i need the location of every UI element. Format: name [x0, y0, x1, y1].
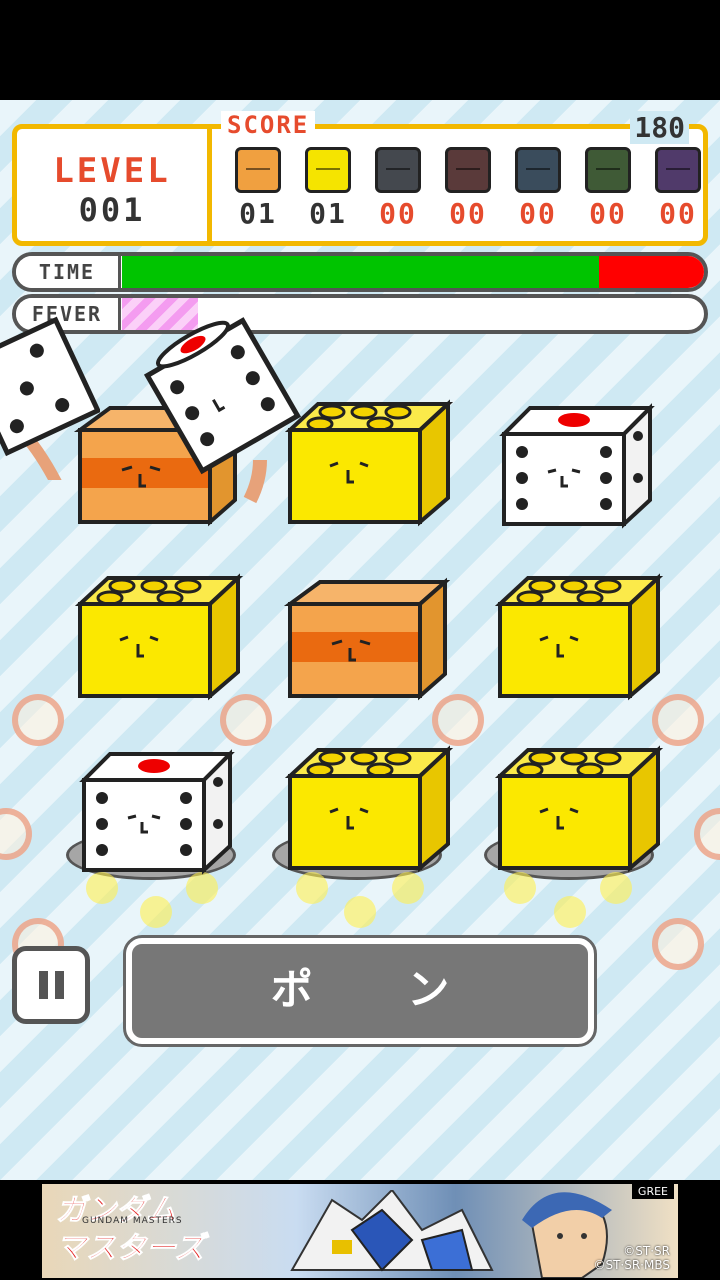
counter-value: 01 [239, 197, 277, 230]
green-block-icon [585, 147, 631, 193]
status-bar [0, 0, 720, 100]
ad-copyright-line1: ©ST·SR [623, 1244, 670, 1258]
time-label: TIME [16, 256, 121, 288]
ad-copyright: ©ST·SR ©ST·SR·MBS [593, 1244, 670, 1272]
bg-dot [392, 872, 424, 904]
blue-block-icon [515, 147, 561, 193]
pon-button[interactable]: ポ ン [123, 935, 597, 1047]
score-value: 180 [630, 111, 689, 144]
bg-dot [186, 872, 218, 904]
dice-block[interactable] [74, 746, 239, 876]
yellow-brick-block[interactable] [280, 736, 455, 876]
red-gift-box-icon [445, 147, 491, 193]
counter-value: 00 [379, 197, 417, 230]
counter-value: 00 [659, 197, 697, 230]
bg-ring [652, 918, 704, 970]
collection-counters: 01 01 00 00 00 00 00 [222, 147, 702, 237]
bg-ring [0, 808, 32, 860]
cardboard-box-icon [235, 147, 281, 193]
level-label: LEVEL [53, 151, 171, 191]
score-panel: LEVEL 001 SCORE 180 01 01 00 00 00 00 00 [12, 111, 708, 246]
level-box: LEVEL 001 [17, 129, 212, 241]
pause-icon [39, 971, 48, 999]
yellow-brick-icon [305, 147, 351, 193]
bg-ring [694, 808, 720, 860]
purple-block-icon [655, 147, 701, 193]
robot-illustration-icon [290, 1190, 494, 1272]
gray-game-console-icon [375, 147, 421, 193]
pause-button[interactable] [12, 946, 90, 1024]
cardboard-box-block[interactable] [280, 574, 450, 704]
counter-value: 00 [589, 197, 627, 230]
counter-value: 00 [519, 197, 557, 230]
counter-value: 01 [309, 197, 347, 230]
bg-dot [554, 896, 586, 928]
pause-icon [55, 971, 64, 999]
counter-value: 00 [449, 197, 487, 230]
ad-title: ガンダム マスターズ [56, 1192, 205, 1268]
ad-title-line2: マスターズ [56, 1231, 205, 1267]
fever-bar: FEVER [12, 294, 708, 334]
ad-banner[interactable]: ガンダム マスターズ GUNDAM MASTERS GREE ©ST·SR ©S… [42, 1184, 678, 1278]
counter-item: 01 [230, 147, 286, 230]
counter-item: 01 [300, 147, 356, 230]
bg-dot [344, 896, 376, 928]
ad-subtitle: GUNDAM MASTERS [82, 1216, 183, 1226]
level-value: 001 [78, 191, 146, 229]
bg-ring [12, 694, 64, 746]
ad-publisher: GREE [631, 1184, 674, 1199]
bg-dot [140, 896, 172, 928]
score-label: SCORE [221, 111, 316, 139]
counter-item: 00 [650, 147, 706, 230]
ad-area: ガンダム マスターズ GUNDAM MASTERS GREE ©ST·SR ©S… [0, 1180, 720, 1280]
bg-dot [600, 872, 632, 904]
yellow-brick-block[interactable] [490, 736, 665, 876]
game-stage: LEVEL 001 SCORE 180 01 01 00 00 00 00 00 TIME … [0, 100, 720, 1180]
time-used-fill [599, 256, 704, 288]
yellow-brick-block[interactable] [490, 564, 665, 704]
yellow-brick-block[interactable] [70, 564, 245, 704]
ad-copyright-line2: ©ST·SR·MBS [593, 1258, 670, 1272]
counter-item: 00 [580, 147, 636, 230]
flying-dice-center [143, 317, 302, 504]
counter-item: 00 [510, 147, 566, 230]
time-bar: TIME [12, 252, 708, 292]
bg-dot [504, 872, 536, 904]
counter-item: 00 [440, 147, 496, 230]
bg-dot [86, 872, 118, 904]
flying-dice-left [0, 316, 100, 480]
time-remaining-fill [122, 256, 600, 288]
bg-dot [296, 872, 328, 904]
dice-block[interactable] [494, 400, 659, 530]
counter-item: 00 [370, 147, 426, 230]
